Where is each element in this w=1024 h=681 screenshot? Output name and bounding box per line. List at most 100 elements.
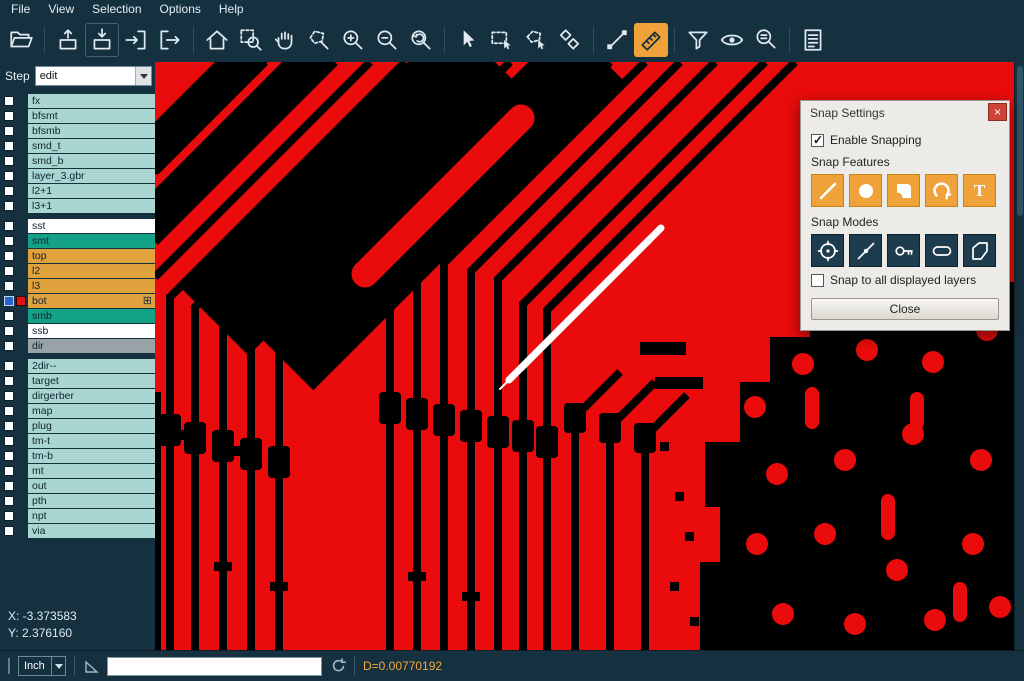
layer-row-out[interactable]: out [0,479,155,493]
grid-icon[interactable]: ⊞ [143,296,152,307]
snap-feature-arc-button[interactable] [925,174,958,207]
layer-name-band[interactable]: target [28,374,155,388]
layer-visibility-checkbox[interactable] [4,436,14,446]
layer-name-band[interactable]: fx [28,94,155,108]
layer-row-tm-b[interactable]: tm-b [0,449,155,463]
layer-row-l2[interactable]: l2 [0,264,155,278]
layer-name-band[interactable]: smd_b [28,154,155,168]
layer-row-smb[interactable]: smb [0,309,155,323]
snap-all-layers-checkbox[interactable] [811,274,824,287]
layer-visibility-checkbox[interactable] [4,496,14,506]
layer-name-band[interactable]: dir [28,339,155,353]
layer-visibility-checkbox[interactable] [4,391,14,401]
enable-snapping-checkbox[interactable] [811,134,824,147]
layer-visibility-checkbox[interactable] [4,96,14,106]
select-rectangle-button[interactable] [485,23,519,57]
snap-feature-pad-button[interactable] [887,174,920,207]
layer-name-band[interactable]: l3+1 [28,199,155,213]
layer-name-band[interactable]: npt [28,509,155,523]
snap-mode-center-button[interactable] [811,234,844,267]
layer-name-band[interactable]: 2dir-- [28,359,155,373]
find-similar-button[interactable] [749,23,783,57]
layer-row-layer_3.gbr[interactable]: layer_3.gbr [0,169,155,183]
pattern-match-button[interactable] [553,23,587,57]
layer-visibility-checkbox[interactable] [4,526,14,536]
layer-visibility-checkbox[interactable] [4,201,14,211]
layer-visibility-checkbox[interactable] [4,296,14,306]
ruler-measure-button[interactable] [634,23,668,57]
layer-visibility-checkbox[interactable] [4,186,14,196]
step-combobox[interactable]: edit [35,66,152,86]
layer-row-l3[interactable]: l3 [0,279,155,293]
select-polygon-button[interactable] [519,23,553,57]
layer-visibility-checkbox[interactable] [4,251,14,261]
layer-row-pth[interactable]: pth [0,494,155,508]
zoom-window-button[interactable] [234,23,268,57]
layer-row-via[interactable]: via [0,524,155,538]
layer-visibility-checkbox[interactable] [4,141,14,151]
export-board-button[interactable] [51,23,85,57]
layer-name-band[interactable]: l2+1 [28,184,155,198]
menu-item-options[interactable]: Options [151,1,210,17]
pan-button[interactable] [268,23,302,57]
layer-row-bot[interactable]: bot⊞ [0,294,155,308]
layer-name-band[interactable]: tm-b [28,449,155,463]
layer-row-map[interactable]: map [0,404,155,418]
layer-visibility-checkbox[interactable] [4,111,14,121]
menu-item-file[interactable]: File [2,1,39,17]
layer-name-band[interactable]: plug [28,419,155,433]
layer-visibility-checkbox[interactable] [4,126,14,136]
layer-row-target[interactable]: target [0,374,155,388]
menu-item-view[interactable]: View [39,1,83,17]
layer-visibility-checkbox[interactable] [4,221,14,231]
layer-name-band[interactable]: bfsmt [28,109,155,123]
import-board-button[interactable] [85,23,119,57]
layer-row-l2+1[interactable]: l2+1 [0,184,155,198]
close-icon[interactable]: × [988,103,1007,121]
layer-name-band[interactable]: smd_t [28,139,155,153]
layer-name-band[interactable]: top [28,249,155,263]
snap-feature-line-button[interactable] [811,174,844,207]
layer-visibility-checkbox[interactable] [4,326,14,336]
layer-name-band[interactable]: l2 [28,264,155,278]
vertical-scrollbar[interactable] [1014,62,1024,650]
report-button[interactable] [796,23,830,57]
layer-row-dirgerber[interactable]: dirgerber [0,389,155,403]
layer-name-band[interactable]: bot⊞ [28,294,155,308]
layer-name-band[interactable]: layer_3.gbr [28,169,155,183]
layer-name-band[interactable]: bfsmb [28,124,155,138]
visibility-button[interactable] [715,23,749,57]
scrollbar-thumb[interactable] [1017,66,1023,216]
layer-visibility-checkbox[interactable] [4,511,14,521]
export-layer-button[interactable] [153,23,187,57]
close-button[interactable]: Close [811,298,999,320]
refresh-icon[interactable] [330,658,346,674]
layer-row-smd_t[interactable]: smd_t [0,139,155,153]
layer-visibility-checkbox[interactable] [4,311,14,321]
zoom-out-button[interactable] [370,23,404,57]
layer-visibility-checkbox[interactable] [4,341,14,351]
zoom-previous-button[interactable] [404,23,438,57]
units-select[interactable]: Inch [18,656,66,676]
snap-feature-circle-button[interactable] [849,174,882,207]
layer-name-band[interactable]: mt [28,464,155,478]
layer-row-fx[interactable]: fx [0,94,155,108]
layer-visibility-checkbox[interactable] [4,421,14,431]
layer-visibility-checkbox[interactable] [4,406,14,416]
layer-row-ssb[interactable]: ssb [0,324,155,338]
layer-name-band[interactable]: map [28,404,155,418]
layer-row-tm-t[interactable]: tm-t [0,434,155,448]
layer-row-mt[interactable]: mt [0,464,155,478]
layer-name-band[interactable]: smb [28,309,155,323]
snap-mode-outline-button[interactable] [963,234,996,267]
layer-row-2dir--[interactable]: 2dir-- [0,359,155,373]
zoom-in-button[interactable] [336,23,370,57]
layer-name-band[interactable]: smt [28,234,155,248]
units-dropdown-button[interactable] [51,657,65,675]
zoom-polygon-button[interactable] [302,23,336,57]
measure-input[interactable] [107,657,322,676]
step-dropdown-button[interactable] [135,67,151,85]
layer-visibility-checkbox[interactable] [4,451,14,461]
import-layer-button[interactable] [119,23,153,57]
snap-feature-text-button[interactable]: T [963,174,996,207]
